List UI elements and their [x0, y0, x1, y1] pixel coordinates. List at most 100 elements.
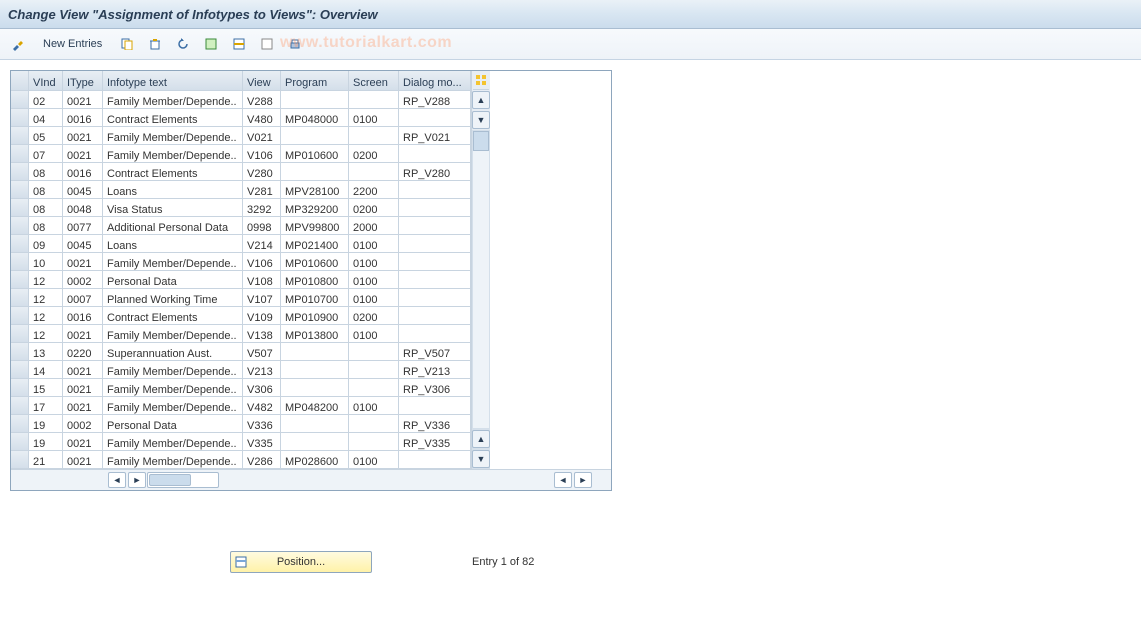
cell-screen[interactable]: [349, 361, 399, 379]
cell-text[interactable]: Visa Status: [103, 199, 243, 217]
cell-vind[interactable]: 10: [29, 253, 63, 271]
cell-view[interactable]: V480: [243, 109, 281, 127]
cell-program[interactable]: MPV28100: [281, 181, 349, 199]
toggle-change-icon[interactable]: [6, 32, 30, 56]
cell-screen[interactable]: 0200: [349, 307, 399, 325]
cell-dialog[interactable]: RP_V021: [399, 127, 471, 145]
cell-vind[interactable]: 08: [29, 217, 63, 235]
cell-screen[interactable]: [349, 163, 399, 181]
cell-view[interactable]: V108: [243, 271, 281, 289]
cell-itype[interactable]: 0007: [63, 289, 103, 307]
cell-dialog[interactable]: [399, 325, 471, 343]
cell-vind[interactable]: 12: [29, 307, 63, 325]
select-all-icon[interactable]: [199, 32, 223, 56]
col-header-view[interactable]: View: [243, 71, 281, 91]
cell-screen[interactable]: 0100: [349, 271, 399, 289]
cell-screen[interactable]: 2200: [349, 181, 399, 199]
row-selector[interactable]: [11, 127, 29, 145]
cell-screen[interactable]: 0100: [349, 235, 399, 253]
cell-itype[interactable]: 0021: [63, 397, 103, 415]
cell-program[interactable]: [281, 415, 349, 433]
copy-icon[interactable]: [115, 32, 139, 56]
cell-itype[interactable]: 0002: [63, 271, 103, 289]
cell-program[interactable]: MP028600: [281, 451, 349, 469]
col-header-vind[interactable]: VInd: [29, 71, 63, 91]
cell-view[interactable]: V021: [243, 127, 281, 145]
cell-itype[interactable]: 0021: [63, 379, 103, 397]
cell-program[interactable]: MP329200: [281, 199, 349, 217]
cell-screen[interactable]: [349, 379, 399, 397]
cell-dialog[interactable]: [399, 307, 471, 325]
cell-view[interactable]: V280: [243, 163, 281, 181]
cell-vind[interactable]: 14: [29, 361, 63, 379]
cell-dialog[interactable]: [399, 271, 471, 289]
cell-vind[interactable]: 19: [29, 415, 63, 433]
cell-itype[interactable]: 0045: [63, 235, 103, 253]
cell-view[interactable]: V106: [243, 253, 281, 271]
cell-program[interactable]: [281, 343, 349, 361]
cell-screen[interactable]: 0200: [349, 145, 399, 163]
cell-dialog[interactable]: RP_V288: [399, 91, 471, 109]
cell-screen[interactable]: [349, 91, 399, 109]
cell-vind[interactable]: 05: [29, 127, 63, 145]
cell-vind[interactable]: 08: [29, 163, 63, 181]
row-selector[interactable]: [11, 325, 29, 343]
cell-view[interactable]: V336: [243, 415, 281, 433]
cell-itype[interactable]: 0016: [63, 109, 103, 127]
scroll-up-button-bottom[interactable]: ▲: [472, 430, 490, 448]
cell-vind[interactable]: 12: [29, 271, 63, 289]
cell-itype[interactable]: 0045: [63, 181, 103, 199]
select-all-corner[interactable]: [11, 71, 29, 91]
cell-vind[interactable]: 07: [29, 145, 63, 163]
cell-text[interactable]: Additional Personal Data: [103, 217, 243, 235]
position-button[interactable]: Position...: [230, 551, 372, 573]
cell-dialog[interactable]: RP_V213: [399, 361, 471, 379]
cell-dialog[interactable]: [399, 199, 471, 217]
cell-dialog[interactable]: [399, 451, 471, 469]
cell-dialog[interactable]: [399, 145, 471, 163]
cell-itype[interactable]: 0048: [63, 199, 103, 217]
row-selector[interactable]: [11, 199, 29, 217]
cell-text[interactable]: Personal Data: [103, 271, 243, 289]
cell-program[interactable]: MPV99800: [281, 217, 349, 235]
cell-vind[interactable]: 08: [29, 199, 63, 217]
cell-dialog[interactable]: [399, 253, 471, 271]
scroll-up-button[interactable]: ▲: [472, 91, 490, 109]
cell-view[interactable]: V213: [243, 361, 281, 379]
scroll-down-button-top[interactable]: ▼: [472, 111, 490, 129]
cell-screen[interactable]: [349, 433, 399, 451]
cell-itype[interactable]: 0002: [63, 415, 103, 433]
table-settings-icon[interactable]: [473, 71, 489, 90]
row-selector[interactable]: [11, 91, 29, 109]
cell-text[interactable]: Contract Elements: [103, 163, 243, 181]
cell-view[interactable]: V107: [243, 289, 281, 307]
cell-dialog[interactable]: RP_V335: [399, 433, 471, 451]
cell-view[interactable]: V335: [243, 433, 281, 451]
cell-itype[interactable]: 0021: [63, 253, 103, 271]
cell-program[interactable]: [281, 433, 349, 451]
cell-dialog[interactable]: [399, 397, 471, 415]
row-selector[interactable]: [11, 307, 29, 325]
cell-view[interactable]: V138: [243, 325, 281, 343]
cell-dialog[interactable]: RP_V336: [399, 415, 471, 433]
cell-program[interactable]: MP010900: [281, 307, 349, 325]
cell-text[interactable]: Family Member/Depende..: [103, 379, 243, 397]
cell-itype[interactable]: 0016: [63, 163, 103, 181]
cell-itype[interactable]: 0021: [63, 127, 103, 145]
cell-program[interactable]: MP010700: [281, 289, 349, 307]
cell-screen[interactable]: 0100: [349, 451, 399, 469]
cell-program[interactable]: MP048200: [281, 397, 349, 415]
cell-text[interactable]: Planned Working Time: [103, 289, 243, 307]
print-icon[interactable]: [283, 32, 307, 56]
vscroll-thumb[interactable]: [473, 131, 489, 151]
row-selector[interactable]: [11, 109, 29, 127]
col-header-program[interactable]: Program: [281, 71, 349, 91]
cell-vind[interactable]: 02: [29, 91, 63, 109]
cell-vind[interactable]: 12: [29, 325, 63, 343]
cell-vind[interactable]: 21: [29, 451, 63, 469]
cell-program[interactable]: MP010600: [281, 253, 349, 271]
row-selector[interactable]: [11, 289, 29, 307]
cell-program[interactable]: MP021400: [281, 235, 349, 253]
cell-view[interactable]: V106: [243, 145, 281, 163]
cell-dialog[interactable]: RP_V507: [399, 343, 471, 361]
